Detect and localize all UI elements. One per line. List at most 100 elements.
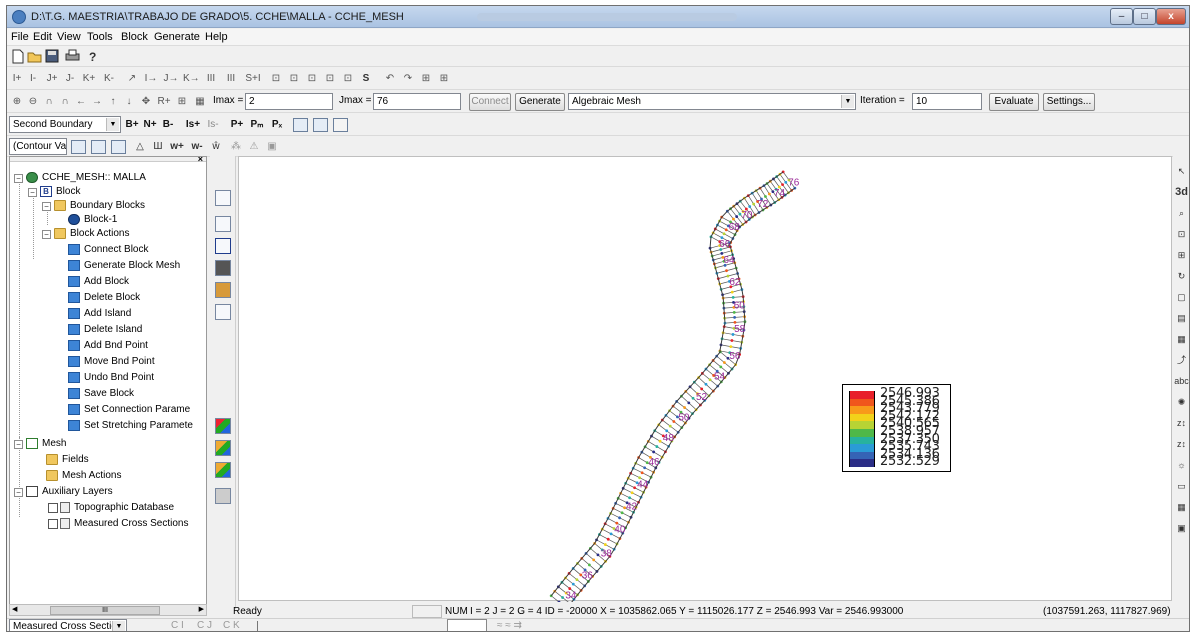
new-icon[interactable]: [11, 49, 25, 64]
tree-mesh[interactable]: − Mesh: [12, 437, 206, 451]
zoom-in-icon[interactable]: ⊕: [11, 94, 23, 110]
info-box-icon[interactable]: ▣: [265, 139, 279, 155]
wave-icon[interactable]: ŵ: [209, 139, 223, 155]
minimize-button[interactable]: –: [1110, 8, 1133, 25]
k-plus-button[interactable]: K+: [81, 71, 97, 87]
redo-button[interactable]: ↷: [401, 71, 415, 87]
connect-button[interactable]: Connect: [469, 93, 511, 111]
collapse-icon[interactable]: −: [14, 488, 23, 497]
color-grid-icon[interactable]: [215, 282, 231, 298]
tool-b-button[interactable]: ⊡: [287, 71, 301, 87]
right-arrow-icon[interactable]: →: [91, 94, 103, 110]
table-grid-icon[interactable]: [215, 304, 231, 320]
tree-topo[interactable]: Topographic Database: [40, 501, 206, 515]
tool-d-button[interactable]: ⊡: [323, 71, 337, 87]
chevron-down-icon[interactable]: ▼: [841, 95, 854, 108]
chevron-down-icon[interactable]: ▼: [112, 621, 125, 631]
contour-a-icon[interactable]: [71, 140, 86, 154]
warning-icon[interactable]: ⚠: [247, 139, 261, 155]
save-icon[interactable]: [45, 49, 60, 64]
collapse-icon[interactable]: −: [28, 188, 37, 197]
tree-action[interactable]: Add Block: [68, 275, 206, 289]
tree-action[interactable]: Set Connection Parame: [68, 403, 206, 417]
scatter-icon[interactable]: ⁂: [229, 139, 243, 155]
menu-edit[interactable]: Edit: [33, 31, 52, 43]
tree-mesh-actions[interactable]: Mesh Actions: [40, 469, 206, 483]
tree-block-1[interactable]: Block-1: [54, 213, 206, 227]
panel-close-icon[interactable]: ×: [198, 157, 203, 164]
rows-button[interactable]: III: [223, 71, 239, 87]
tree-action[interactable]: Connect Block: [68, 243, 206, 257]
save-block-icon[interactable]: [293, 118, 308, 132]
j-minus-button[interactable]: J-: [63, 71, 77, 87]
radio-ck[interactable]: C K: [223, 620, 240, 631]
mesh-method-select[interactable]: Algebraic Mesh ▼: [568, 93, 856, 110]
tree-action[interactable]: Move Bnd Point: [68, 355, 206, 369]
z-down-icon[interactable]: z↕: [1174, 437, 1189, 452]
collapse-icon[interactable]: −: [42, 202, 51, 211]
tree-action[interactable]: Save Block: [68, 387, 206, 401]
zoom-out-icon[interactable]: ⊖: [27, 94, 39, 110]
mesh-canvas[interactable]: 76 74 72 70 68 66 64 62 60 58 56 54 52 50 48 46 44 42 40 38…: [238, 156, 1172, 610]
w-plus-icon[interactable]: w+: [169, 139, 185, 155]
texture-icon[interactable]: ▦: [1174, 500, 1189, 515]
radio-ci[interactable]: C I: [171, 620, 184, 631]
contour-c-icon[interactable]: [111, 140, 126, 154]
tree-measured[interactable]: Measured Cross Sections: [40, 517, 206, 531]
tree-aux-layers[interactable]: − Auxiliary Layers: [12, 485, 206, 499]
close-button[interactable]: x: [1156, 8, 1186, 25]
layer-select[interactable]: Measured Cross Sectic ▼: [9, 619, 127, 631]
tree-horizontal-scrollbar[interactable]: ◀ III ▶: [9, 604, 207, 616]
paste-mesh-button[interactable]: ⊞: [437, 71, 451, 87]
add-node-button[interactable]: N+: [143, 117, 157, 133]
i-minus-button[interactable]: I-: [27, 71, 39, 87]
print-icon[interactable]: [65, 49, 81, 64]
contour-select[interactable]: (Contour Valu: [9, 138, 67, 155]
tree-action[interactable]: Add Bnd Point: [68, 339, 206, 353]
down-arrow-icon[interactable]: ↓: [123, 94, 135, 110]
dots-icon[interactable]: [215, 512, 231, 528]
frame-icon[interactable]: ▢: [1174, 290, 1189, 305]
label-icon[interactable]: abc: [1174, 374, 1189, 389]
j-plus-button[interactable]: J+: [45, 71, 59, 87]
arc2-icon[interactable]: ∩: [59, 94, 71, 110]
add-block-button[interactable]: B+: [125, 117, 139, 133]
imax-input[interactable]: 2: [245, 93, 333, 110]
z-up-icon[interactable]: z↕: [1174, 416, 1189, 431]
star-icon[interactable]: [215, 328, 231, 344]
add-point-icon[interactable]: [215, 372, 231, 388]
tree-action[interactable]: Delete Block: [68, 291, 206, 305]
tree-action[interactable]: Delete Island: [68, 323, 206, 337]
wave-tool-icon[interactable]: ≈ ≈ ⇉: [497, 620, 522, 631]
move-point-icon[interactable]: [215, 394, 231, 410]
tree-action[interactable]: Set Stretching Paramete: [68, 419, 206, 433]
tool-a-button[interactable]: ⊡: [269, 71, 283, 87]
collapse-icon[interactable]: −: [14, 174, 23, 183]
cube-icon[interactable]: ▭: [1174, 479, 1189, 494]
generate-button[interactable]: Generate: [515, 93, 565, 111]
scroll-thumb[interactable]: III: [50, 606, 160, 615]
chevron-down-icon[interactable]: ▼: [106, 118, 119, 131]
collapse-icon[interactable]: −: [42, 230, 51, 239]
r-plus-icon[interactable]: R+: [157, 94, 171, 110]
rotate-icon[interactable]: ↻: [1174, 269, 1189, 284]
checkbox-icon[interactable]: [48, 519, 58, 529]
checkbox-icon[interactable]: [48, 503, 58, 513]
add-island-button[interactable]: Is+: [185, 117, 201, 133]
tree-block[interactable]: − B Block: [26, 185, 206, 199]
tree-block-actions[interactable]: − Block Actions: [40, 227, 206, 241]
pointer-icon[interactable]: ↖: [1174, 164, 1189, 179]
add-point-button[interactable]: P+: [229, 117, 245, 133]
color-block3-icon[interactable]: [215, 462, 231, 478]
connect-icon[interactable]: [313, 118, 328, 132]
tree-root[interactable]: − CCHE_MESH:: MALLA: [12, 171, 206, 185]
diagonal-button[interactable]: ↗: [125, 71, 139, 87]
tree-action[interactable]: Undo Bnd Point: [68, 371, 206, 385]
menu-view[interactable]: View: [57, 31, 81, 43]
color-block2-icon[interactable]: [215, 440, 231, 456]
layer-slider[interactable]: [257, 621, 443, 631]
table-icon[interactable]: ▦: [193, 94, 207, 110]
j-arrow-button[interactable]: J→: [163, 71, 179, 87]
k-minus-button[interactable]: K-: [101, 71, 117, 87]
star-grey-icon[interactable]: [215, 350, 231, 366]
